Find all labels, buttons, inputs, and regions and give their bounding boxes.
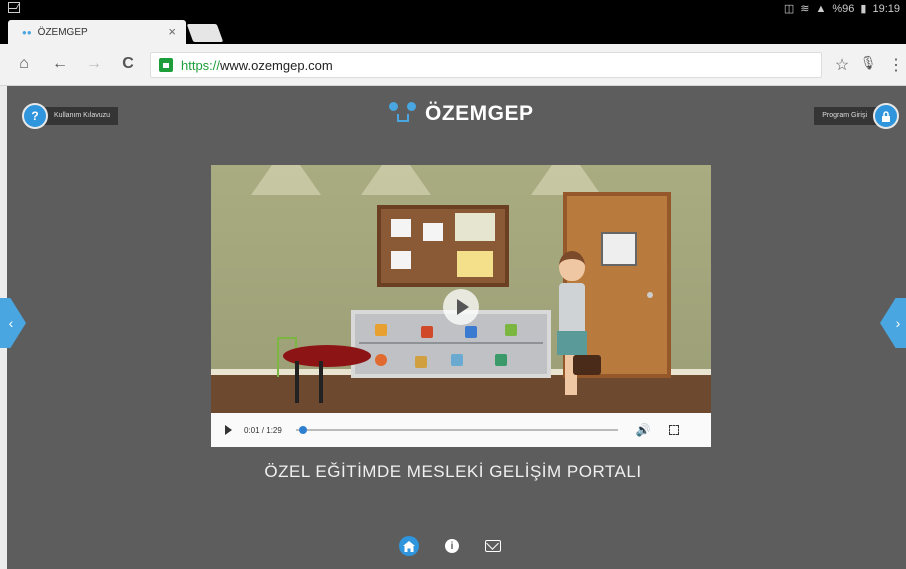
- help-icon: ?: [22, 103, 48, 129]
- info-icon[interactable]: i: [445, 539, 459, 553]
- bottom-nav: i: [399, 536, 501, 556]
- browser-tab[interactable]: ●● ÖZEMGEP ×: [8, 20, 186, 44]
- logo-text: ÖZEMGEP: [425, 102, 534, 125]
- video-seek-bar[interactable]: [295, 426, 618, 434]
- wifi-icon: ≋: [800, 3, 810, 15]
- page-content: ? Kullanım Kılavuzu ÖZEMGEP Program Giri…: [0, 86, 906, 569]
- screen: ◫ ≋ ▲ %96 ▮ 19:19 ●● ÖZEMGEP × ⌂ ← → C h…: [0, 0, 906, 569]
- video-time: 0:01 / 1:29: [244, 425, 282, 435]
- tab-title: ÖZEMGEP: [37, 26, 88, 38]
- clock: 19:19: [872, 2, 900, 15]
- lock-icon: [873, 103, 899, 129]
- seek-handle[interactable]: [299, 426, 308, 434]
- reload-button[interactable]: C: [118, 55, 138, 73]
- fullscreen-icon[interactable]: [668, 425, 679, 435]
- url-host: www.ozemgep.com: [220, 57, 333, 73]
- intro-video-player[interactable]: 0:01 / 1:29 🔊: [211, 165, 711, 447]
- bookmark-star-icon[interactable]: ☆: [832, 55, 852, 75]
- status-indicators: ◫ ≋ ▲ %96 ▮ 19:19: [783, 2, 900, 16]
- program-login-label: Program Girişi: [814, 107, 877, 125]
- forward-button[interactable]: →: [84, 55, 104, 73]
- next-slide-button[interactable]: ›: [880, 298, 906, 348]
- battery-level: %96: [832, 2, 855, 15]
- battery-icon: ▮: [860, 3, 867, 15]
- secure-lock-icon: [159, 58, 173, 72]
- program-login-button[interactable]: Program Girişi: [814, 103, 899, 129]
- previous-slide-button[interactable]: ‹: [0, 298, 26, 348]
- url-scheme: https://: [181, 57, 221, 73]
- address-bar[interactable]: https:// www.ozemgep.com: [150, 52, 822, 78]
- play-icon[interactable]: [225, 425, 232, 435]
- logo-mark-icon: [387, 102, 421, 126]
- video-bulletin-board: [377, 205, 509, 287]
- portal-title: ÖZEL EĞİTİMDE MESLEKİ GELİŞİM PORTALI: [264, 462, 642, 481]
- video-play-overlay-button[interactable]: [443, 289, 479, 325]
- site-logo[interactable]: ÖZEMGEP: [387, 102, 534, 126]
- video-controls: 0:01 / 1:29 🔊: [211, 413, 711, 447]
- home-icon[interactable]: [399, 536, 419, 556]
- user-guide-button[interactable]: ? Kullanım Kılavuzu: [22, 103, 119, 129]
- gallery-icon: [8, 2, 20, 13]
- browser-toolbar: ⌂ ← → C https:// www.ozemgep.com ☆ 🎙 ⋮: [0, 44, 906, 86]
- ozemgep-favicon-icon: ●●: [22, 27, 32, 37]
- menu-icon[interactable]: ⋮: [886, 55, 906, 75]
- status-bar: ◫ ≋ ▲ %96 ▮ 19:19: [0, 0, 906, 18]
- video-character: [551, 251, 601, 411]
- chevron-left-icon: ‹: [8, 315, 14, 331]
- mail-icon[interactable]: [485, 540, 501, 552]
- close-tab-icon[interactable]: ×: [168, 24, 176, 39]
- back-button[interactable]: ←: [50, 55, 70, 73]
- new-tab-button[interactable]: [186, 24, 224, 42]
- volume-icon[interactable]: 🔊: [636, 423, 651, 437]
- microphone-icon[interactable]: 🎙: [858, 55, 878, 71]
- signal-icon: ▲: [815, 2, 827, 15]
- tab-strip: ●● ÖZEMGEP ×: [0, 18, 906, 44]
- home-button[interactable]: ⌂: [14, 55, 34, 73]
- chevron-right-icon: ›: [895, 315, 901, 331]
- video-frame-floor: [211, 375, 711, 413]
- mute-icon: ◫: [783, 3, 795, 15]
- user-guide-label: Kullanım Kılavuzu: [44, 107, 119, 125]
